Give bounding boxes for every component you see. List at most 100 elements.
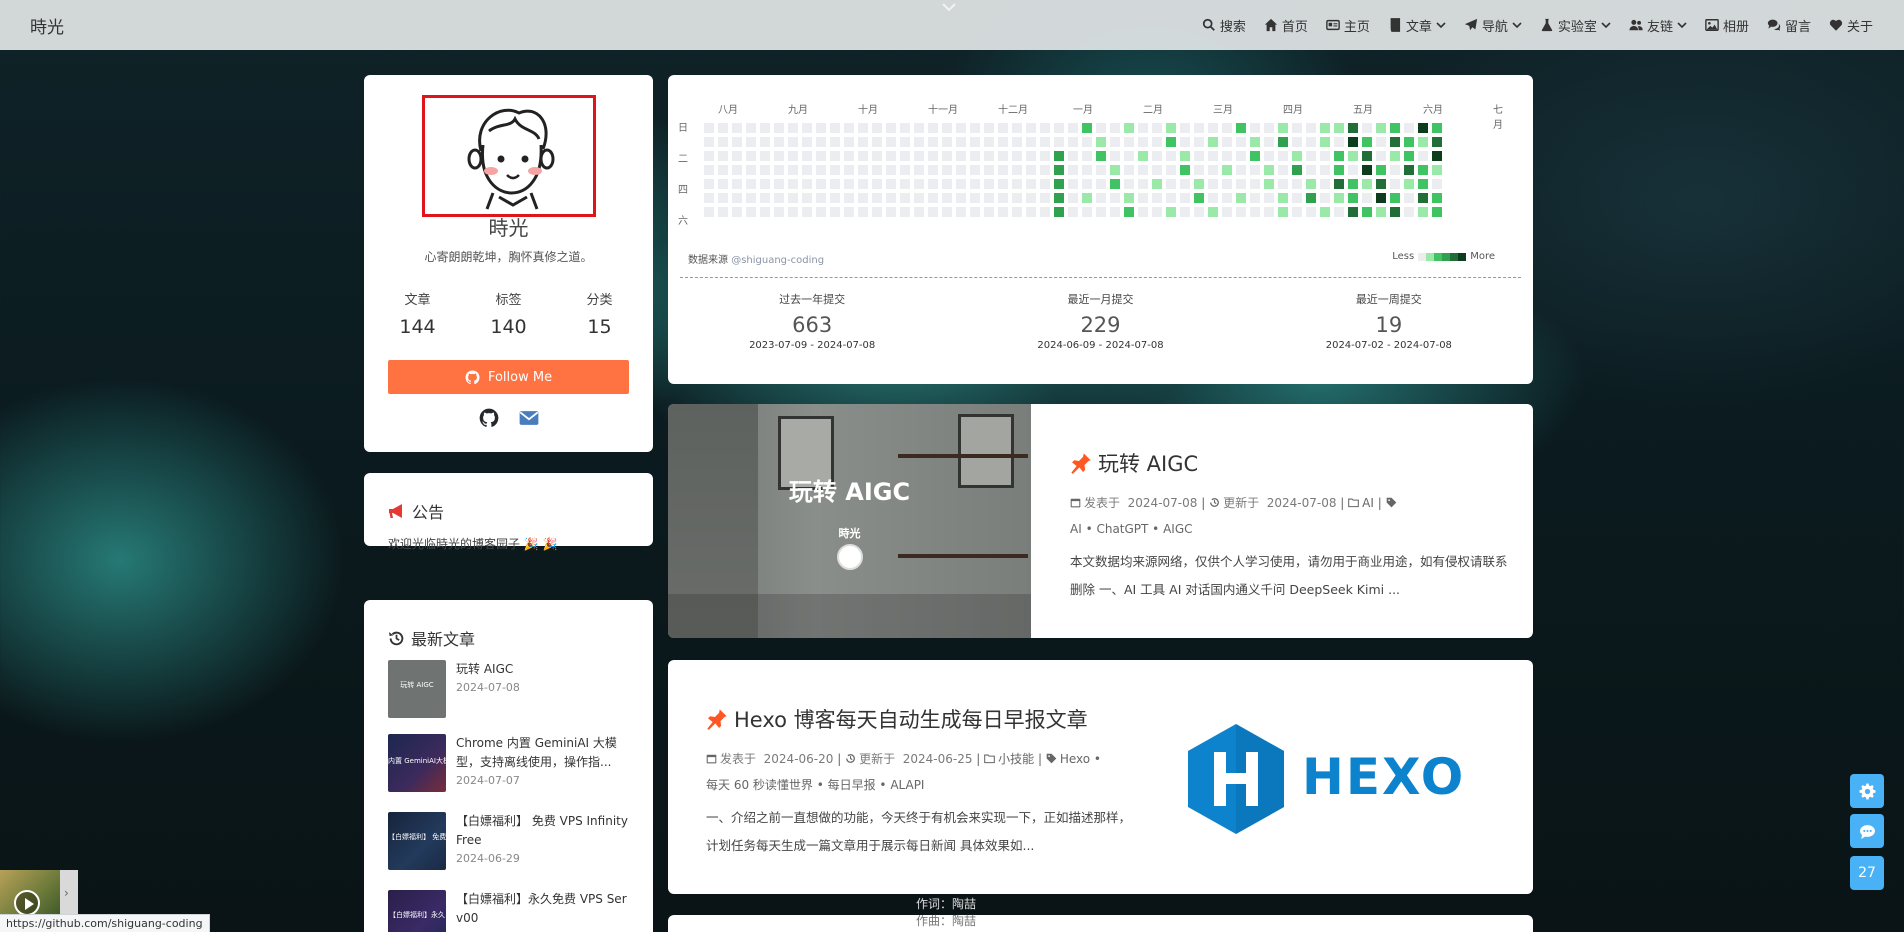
nav-item-guestbook[interactable]: 留言 [1758, 16, 1820, 35]
heatmap-cell [1306, 207, 1316, 217]
heatmap-cell [1376, 193, 1386, 203]
post-cover-image[interactable]: 玩转 AIGC 時光 [668, 404, 1031, 638]
nav-item-album[interactable]: 相册 [1696, 16, 1758, 35]
recent-post-title[interactable]: 【白嫖福利】 免费 VPS InfinityFree [456, 812, 629, 850]
post-title[interactable]: Hexo 博客每天自动生成每日早报文章 [706, 704, 1136, 734]
heatmap-cell [1320, 137, 1330, 147]
post-cover-image[interactable]: HEXO [1182, 720, 1502, 840]
heatmap-cell [998, 207, 1008, 217]
post-tags[interactable]: 每天 60 秒读懂世界 • 每日早报 • ALAPI [706, 778, 924, 792]
heatmap-cell [1264, 123, 1274, 133]
heatmap-cell [1054, 137, 1064, 147]
recent-post-title[interactable]: Chrome 内置 GeminiAI 大模型，支持离线使用，操作指... [456, 734, 629, 772]
heatmap-cell [914, 123, 924, 133]
post-tags[interactable]: AI • ChatGPT • AIGC [1070, 522, 1193, 536]
site-brand[interactable]: 時光 [30, 13, 64, 38]
nav-item-lab[interactable]: 实验室 [1531, 16, 1620, 35]
music-player[interactable]: › [0, 870, 78, 916]
post-title[interactable]: 玩转 AIGC [1070, 448, 1510, 478]
heatmap-cell [1110, 179, 1120, 189]
heatmap-cell [1418, 151, 1428, 161]
heatmap-cell [900, 193, 910, 203]
month-label: 十二月 [998, 105, 1028, 116]
stat-value: 663 [792, 313, 833, 337]
heatmap-cell [760, 151, 770, 161]
heatmap-cell [732, 151, 742, 161]
reading-progress-badge[interactable]: 27 [1850, 856, 1884, 890]
heatmap-cell [1320, 193, 1330, 203]
recent-post-item[interactable]: 内置 GeminiAI大模 Chrome 内置 GeminiAI 大模型，支持离… [388, 734, 629, 796]
heatmap-cell [1278, 207, 1288, 217]
avatar-illustration [467, 108, 555, 210]
heatmap-cell [1236, 151, 1246, 161]
nav-item-mainpage[interactable]: 主页 [1317, 16, 1379, 35]
heatmap-cell [1362, 151, 1372, 161]
recent-post-thumbnail[interactable]: 玩转 AIGC [388, 660, 446, 718]
github-contributions-card: 八月 九月 十月 十一月 十二月 一月 二月 三月 四月 五月 六月 七月 日 … [668, 75, 1533, 384]
stat-articles[interactable]: 文章 144 [378, 289, 458, 338]
heatmap-cell [1012, 137, 1022, 147]
post-title-text[interactable]: 玩转 AIGC [1098, 448, 1198, 478]
heatmap-cell [970, 137, 980, 147]
heatmap-cell [928, 179, 938, 189]
recent-post-item[interactable]: 玩转 AIGC 玩转 AIGC 2024-07-08 [388, 660, 629, 722]
heatmap-cell [1418, 193, 1428, 203]
nav-item-home[interactable]: 首页 [1255, 16, 1317, 35]
heatmap-cell [1348, 165, 1358, 175]
heatmap-cell [1166, 207, 1176, 217]
nav-item-search[interactable]: 搜索 [1193, 16, 1255, 35]
nav-item-navigation[interactable]: 导航 [1455, 16, 1531, 35]
heatmap-cell [1236, 179, 1246, 189]
post-category[interactable]: AI [1362, 496, 1374, 510]
heatmap-cell [802, 123, 812, 133]
follow-me-button[interactable]: Follow Me [388, 360, 629, 394]
nav-item-articles[interactable]: 文章 [1379, 16, 1455, 35]
heatmap-cell [998, 137, 1008, 147]
heatmap-cell [1334, 193, 1344, 203]
stat-range: 2024-06-09 - 2024-07-08 [1037, 340, 1164, 351]
post-tags[interactable]: Hexo • [1060, 752, 1101, 766]
month-label: 一月 [1073, 105, 1093, 116]
avatar[interactable] [422, 95, 596, 217]
nav-item-friends[interactable]: 友链 [1620, 16, 1696, 35]
recent-post-item[interactable]: 【白嫖福利】永久 【白嫖福利】永久免费 VPS Serv00 [388, 890, 629, 932]
heatmap-cell [900, 179, 910, 189]
play-icon[interactable] [14, 890, 40, 916]
post-card[interactable]: Hexo 博客每天自动生成每日早报文章 发表于 2024-06-20 | 更新于… [668, 660, 1533, 894]
nav-label: 留言 [1784, 19, 1811, 35]
folder-icon [984, 754, 995, 764]
recent-post-thumbnail[interactable]: 内置 GeminiAI大模 [388, 734, 446, 792]
post-card[interactable] [668, 915, 1533, 932]
envelope-icon[interactable] [519, 408, 539, 428]
heatmap-cell [1264, 193, 1274, 203]
heatmap-cell [1334, 151, 1344, 161]
recent-post-thumbnail[interactable]: 【白嫖福利】 免费 [388, 812, 446, 870]
recent-post-title[interactable]: 【白嫖福利】永久免费 VPS Serv00 [456, 890, 629, 928]
chevron-down-icon[interactable] [940, 0, 958, 14]
nav-item-about[interactable]: 关于 [1820, 16, 1882, 35]
post-category[interactable]: 小技能 [998, 752, 1034, 766]
heatmap-cell [984, 179, 994, 189]
heatmap-legend: Less More [1392, 251, 1495, 262]
github-icon[interactable] [479, 408, 499, 428]
stat-categories[interactable]: 分类 15 [560, 289, 640, 338]
heatmap-cell [872, 179, 882, 189]
stat-tags[interactable]: 标签 140 [469, 289, 549, 338]
heatmap-cell [1362, 193, 1372, 203]
nav-menu: 搜索 首页 主页 文章 导航 实验室 友链 相册 留言 关于 [1193, 16, 1882, 35]
comments-button[interactable] [1850, 814, 1884, 848]
heatmap-cell [1096, 179, 1106, 189]
recent-post-item[interactable]: 【白嫖福利】 免费 【白嫖福利】 免费 VPS InfinityFree 202… [388, 812, 629, 874]
heatmap-cell [732, 165, 742, 175]
post-title-text[interactable]: Hexo 博客每天自动生成每日早报文章 [734, 704, 1088, 734]
heatmap-cell [844, 123, 854, 133]
data-source-link[interactable]: @shiguang-coding [731, 255, 824, 266]
heatmap-cell [1012, 165, 1022, 175]
post-card[interactable]: 玩转 AIGC 時光 玩转 AIGC 发表于 2024-07-08 | 更新于 … [668, 404, 1533, 638]
recent-post-title[interactable]: 玩转 AIGC [456, 660, 520, 679]
recent-post-thumbnail[interactable]: 【白嫖福利】永久 [388, 890, 446, 932]
settings-button[interactable] [1850, 774, 1884, 808]
chevron-right-icon[interactable]: › [64, 886, 69, 900]
home-icon [1264, 18, 1277, 32]
heatmap-cell [802, 207, 812, 217]
